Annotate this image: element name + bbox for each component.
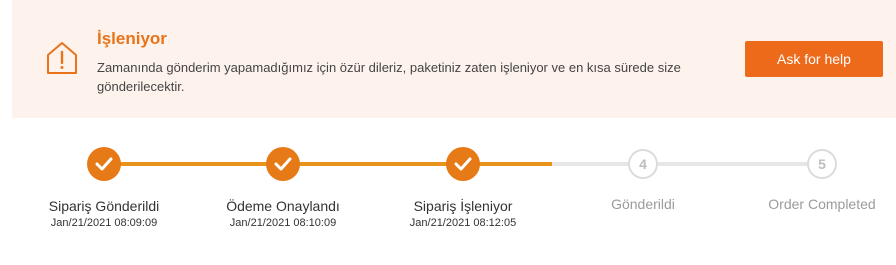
step-shipped: 4 Gönderildi <box>553 140 733 212</box>
step-order-completed: 5 Order Completed <box>732 140 896 212</box>
warning-icon <box>47 42 77 74</box>
step-timestamp: Jan/21/2021 08:09:09 <box>50 217 158 229</box>
step-payment-confirmed: Ödeme Onaylandı Jan/21/2021 08:10:09 <box>193 140 373 229</box>
check-icon <box>266 147 300 181</box>
step-number: 5 <box>807 149 837 179</box>
order-progress-stepper: Sipariş Gönderildi Jan/21/2021 08:09:09 … <box>0 140 896 265</box>
step-label: Ödeme Onaylandı <box>226 198 340 214</box>
step-label: Order Completed <box>768 196 876 212</box>
step-number: 4 <box>628 149 658 179</box>
ask-for-help-button[interactable]: Ask for help <box>745 41 883 77</box>
step-timestamp: Jan/21/2021 08:12:05 <box>409 217 517 229</box>
check-icon <box>87 147 121 181</box>
step-order-placed: Sipariş Gönderildi Jan/21/2021 08:09:09 <box>14 140 194 229</box>
check-icon <box>446 147 480 181</box>
alert-message: Zamanında gönderim yapamadığımız için öz… <box>97 60 681 94</box>
step-order-processing: Sipariş İşleniyor Jan/21/2021 08:12:05 <box>373 140 553 229</box>
step-label: Sipariş İşleniyor <box>413 198 513 214</box>
step-label: Gönderildi <box>611 196 675 212</box>
status-alert: İşleniyor Zamanında gönderim yapamadığım… <box>12 0 896 118</box>
step-timestamp: Jan/21/2021 08:10:09 <box>229 217 337 229</box>
step-label: Sipariş Gönderildi <box>48 198 160 214</box>
alert-title: İşleniyor <box>97 29 167 48</box>
